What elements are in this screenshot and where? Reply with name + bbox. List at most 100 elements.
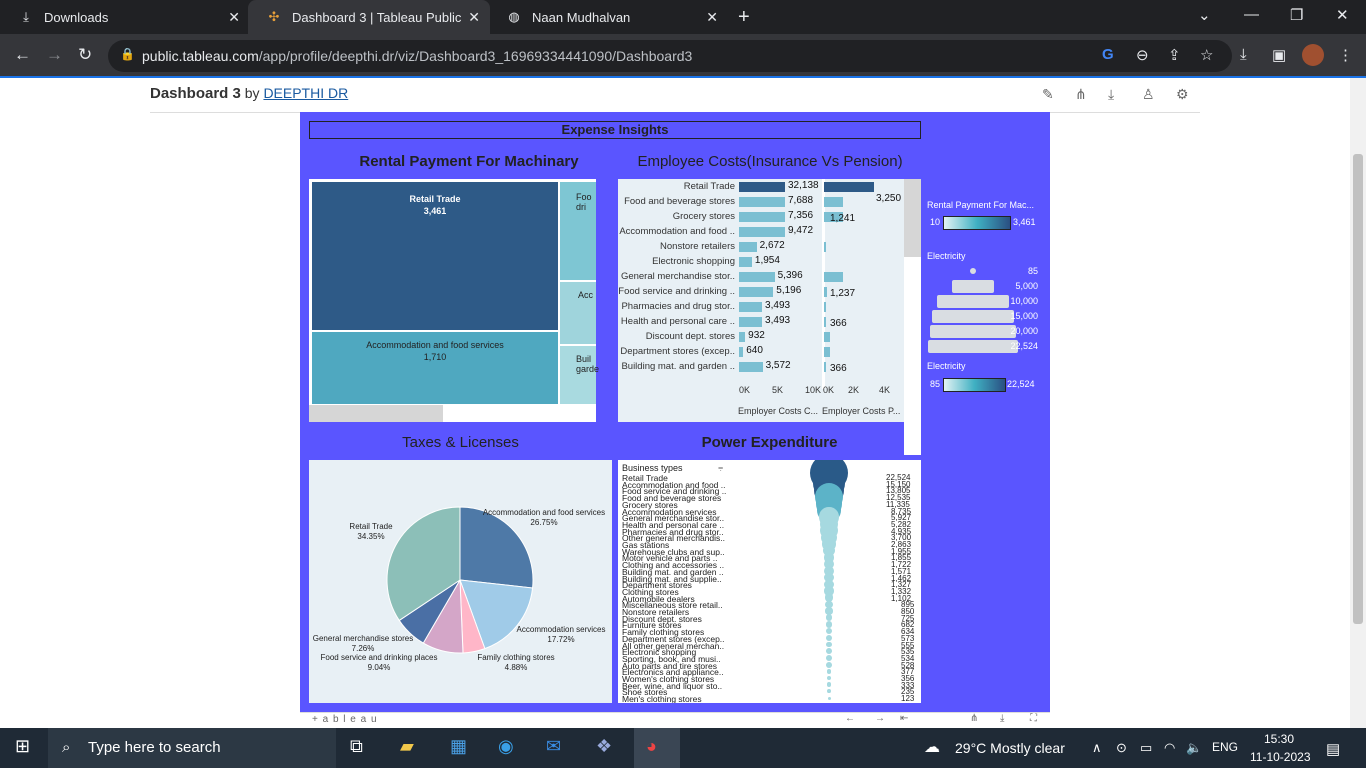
network-icon[interactable]: ⊙ xyxy=(1116,740,1127,756)
pension-bar[interactable] xyxy=(824,197,844,207)
revert-icon[interactable]: ⇤ xyxy=(900,713,908,724)
scrollbar[interactable] xyxy=(309,405,443,422)
power-circle[interactable] xyxy=(826,648,832,655)
star-icon[interactable]: ☆ xyxy=(1200,46,1213,64)
insurance-bar[interactable] xyxy=(739,197,785,207)
power-circle[interactable] xyxy=(826,682,832,687)
insurance-bar[interactable] xyxy=(739,242,757,252)
pension-bar[interactable] xyxy=(824,287,828,297)
restore-button[interactable]: ❐ xyxy=(1290,6,1303,24)
download-icon[interactable]: ⤓ xyxy=(1240,46,1247,63)
insurance-bar[interactable] xyxy=(739,302,763,312)
edit-icon[interactable]: ✎ xyxy=(1042,86,1054,103)
clock-date[interactable]: 11-10-2023 xyxy=(1250,750,1311,764)
battery-icon[interactable]: ▭ xyxy=(1140,740,1152,756)
edge-icon[interactable]: ◉ xyxy=(498,736,514,757)
insurance-bar[interactable] xyxy=(739,227,785,237)
power-circle[interactable] xyxy=(827,696,831,700)
close-icon[interactable]: ✕ xyxy=(706,9,718,26)
power-circle[interactable] xyxy=(826,668,832,674)
address-bar[interactable]: 🔒 public.tableau.com/app/profile/deepthi… xyxy=(108,40,1232,72)
tab-naan[interactable]: ◍ Naan Mudhalvan ✕ xyxy=(488,0,728,34)
pension-bar[interactable] xyxy=(824,317,827,327)
forward-button[interactable]: → xyxy=(46,45,63,65)
pension-bar[interactable] xyxy=(824,242,826,252)
close-icon[interactable]: ✕ xyxy=(228,9,240,26)
undo-icon[interactable]: ← xyxy=(845,713,855,724)
power-circle[interactable] xyxy=(827,689,831,694)
sidepanel-icon[interactable]: ▣ xyxy=(1272,46,1286,64)
treemap-cell[interactable]: Foo dri xyxy=(560,182,596,280)
scroll-thumb[interactable] xyxy=(1353,154,1363,624)
pension-bar[interactable] xyxy=(824,272,844,282)
windows-icon[interactable]: ⊞ xyxy=(15,736,30,757)
pension-bar[interactable] xyxy=(824,362,826,372)
insurance-bar[interactable] xyxy=(739,347,744,357)
pie-slice[interactable] xyxy=(459,506,534,589)
volume-icon[interactable]: 🔈 xyxy=(1186,740,1202,756)
page-scrollbar[interactable] xyxy=(1350,78,1366,728)
power-circle[interactable] xyxy=(825,634,833,641)
task-view-icon[interactable]: ⧉ xyxy=(350,736,363,757)
power-circle[interactable] xyxy=(826,675,832,681)
share-icon[interactable]: ⋔ xyxy=(970,713,978,724)
power-circle[interactable] xyxy=(826,661,832,668)
treemap-cell[interactable]: Buil garde xyxy=(560,346,599,404)
treemap-cell[interactable]: Accommodation and food services 1,710 xyxy=(312,332,558,404)
notification-icon[interactable]: ▤ xyxy=(1326,740,1340,758)
tab-downloads[interactable]: ⤓ Downloads ✕ xyxy=(0,0,250,34)
tab-search-icon[interactable]: ⌄ xyxy=(1198,6,1211,24)
insurance-bar[interactable] xyxy=(739,272,775,282)
insurance-bar[interactable] xyxy=(739,362,763,372)
scrollbar[interactable] xyxy=(904,257,921,455)
pension-bar[interactable] xyxy=(824,182,874,192)
pension-bar[interactable] xyxy=(824,302,827,312)
language[interactable]: ENG xyxy=(1212,740,1238,754)
back-button[interactable]: ← xyxy=(14,45,31,65)
zoom-icon[interactable]: ⊖ xyxy=(1136,46,1149,64)
settings-icon[interactable]: ⚙ xyxy=(1176,86,1189,103)
insurance-bar[interactable] xyxy=(739,287,774,297)
app-icon[interactable]: ❖ xyxy=(596,736,612,757)
share-icon[interactable]: ⋔ xyxy=(1075,86,1087,103)
fullscreen-icon[interactable]: ⛶ xyxy=(1030,713,1037,724)
insurance-bar[interactable] xyxy=(739,182,785,192)
pension-bar[interactable] xyxy=(824,332,830,342)
reload-button[interactable]: ↻ xyxy=(78,45,92,65)
insurance-bar[interactable] xyxy=(739,332,746,342)
tab-dashboard[interactable]: ✣ Dashboard 3 | Tableau Public ✕ xyxy=(248,0,490,34)
power-circle[interactable] xyxy=(826,654,832,661)
power-circle[interactable] xyxy=(825,614,833,622)
wifi-icon[interactable]: ◠ xyxy=(1164,740,1175,756)
weather-icon[interactable]: ☁ xyxy=(924,737,940,757)
power-circle[interactable] xyxy=(826,641,832,648)
insurance-bar[interactable] xyxy=(739,317,763,327)
insurance-bar[interactable] xyxy=(739,212,785,222)
download-icon[interactable]: ⤓ xyxy=(1000,713,1004,724)
mail-icon[interactable]: ✉ xyxy=(546,736,561,757)
window-close-button[interactable]: ✕ xyxy=(1336,6,1349,24)
sort-icon[interactable]: ⩦ xyxy=(718,462,723,473)
power-circle[interactable] xyxy=(825,621,833,628)
clock-time[interactable]: 15:30 xyxy=(1264,732,1294,746)
insurance-bar[interactable] xyxy=(739,257,752,267)
file-explorer-icon[interactable]: ▰ xyxy=(400,736,414,757)
author-link[interactable]: DEEPTHI DR xyxy=(263,85,348,101)
close-icon[interactable]: ✕ xyxy=(468,9,480,26)
chrome-taskbar-button[interactable]: ◕ xyxy=(634,728,680,768)
pension-bar[interactable] xyxy=(824,347,830,357)
search-input[interactable]: ⌕ Type here to search xyxy=(48,728,336,768)
minimize-button[interactable]: — xyxy=(1244,6,1259,23)
download-icon[interactable]: ⤓ xyxy=(1108,86,1114,103)
menu-icon[interactable]: ⋮ xyxy=(1338,46,1353,64)
treemap-cell[interactable]: Acc xyxy=(560,282,596,344)
favorite-icon[interactable]: ♙ xyxy=(1142,86,1155,103)
tray-chevron-icon[interactable]: ∧ xyxy=(1092,740,1102,756)
google-icon[interactable]: G xyxy=(1102,46,1114,63)
weather-text[interactable]: 29°C Mostly clear xyxy=(955,740,1065,756)
redo-icon[interactable]: → xyxy=(875,713,885,724)
treemap-cell[interactable]: Retail Trade 3,461 xyxy=(312,182,558,330)
share-icon[interactable]: ⇪ xyxy=(1168,46,1181,64)
new-tab-button[interactable]: + xyxy=(738,6,750,29)
power-circle[interactable] xyxy=(825,627,833,635)
